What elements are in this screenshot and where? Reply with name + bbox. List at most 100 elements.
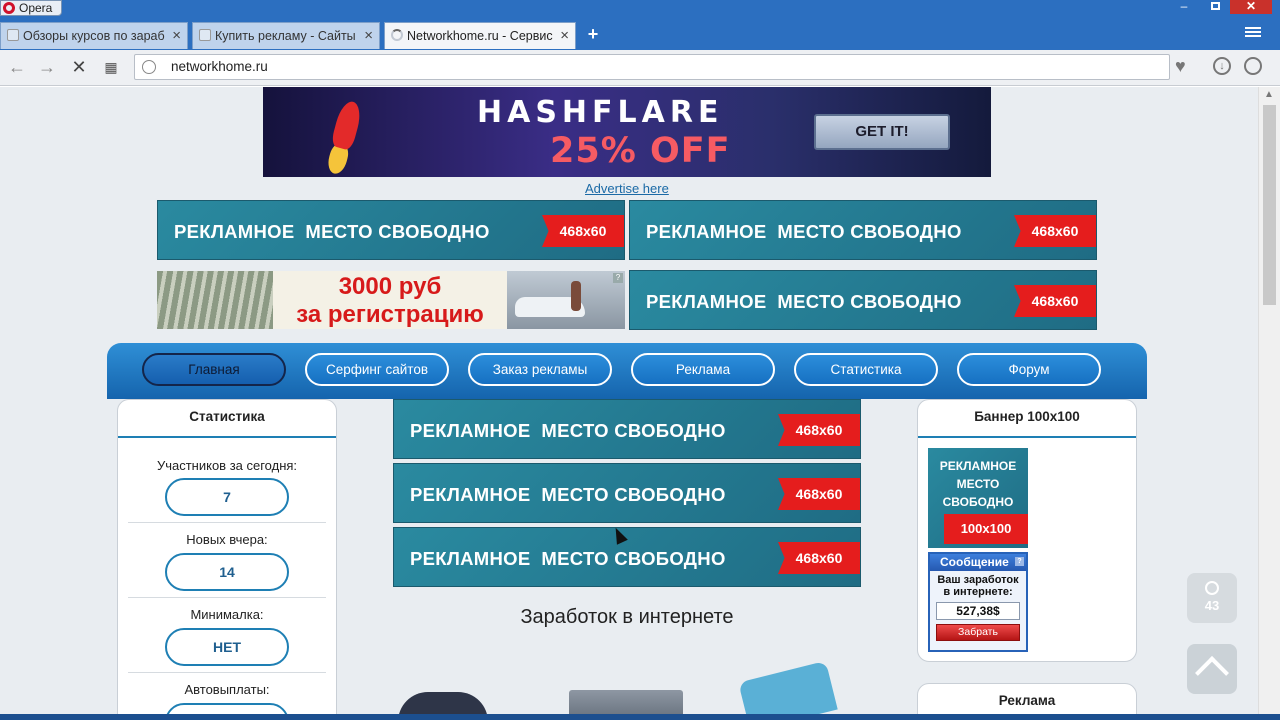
stat-value: 14 xyxy=(165,553,289,591)
section-heading: Заработок в интернете xyxy=(520,606,734,628)
tab-bar: Обзоры курсов по зараб × Купить рекламу … xyxy=(0,20,1280,50)
ad-slot-468[interactable]: РЕКЛАМНОЕ МЕСТО СВОБОДНО 468x60 xyxy=(629,200,1097,260)
banner-100-line: СВОБОДНО xyxy=(942,495,1014,509)
scroll-up-icon[interactable]: ▲ xyxy=(1264,89,1274,100)
message-body: Ваш заработок в интернете: 527,38$ Забра… xyxy=(930,571,1026,641)
stat-value: 7 xyxy=(165,478,289,516)
earnings-amount: 527,38$ xyxy=(936,602,1020,620)
maximize-icon xyxy=(1210,2,1220,10)
car-image xyxy=(507,271,625,329)
nav-statistics[interactable]: Статистика xyxy=(794,353,938,386)
loading-spinner-icon xyxy=(391,29,403,41)
nav-forum[interactable]: Форум xyxy=(957,353,1101,386)
tab-close-icon[interactable]: × xyxy=(172,23,181,49)
advertise-here-link[interactable]: Advertise here xyxy=(585,181,669,196)
nav-surfing[interactable]: Серфинг сайтов xyxy=(305,353,449,386)
download-icon[interactable]: ↓ xyxy=(1213,57,1231,75)
user-icon[interactable] xyxy=(1244,57,1262,75)
ad-slot-size: 468x60 xyxy=(778,478,860,510)
get-it-button[interactable]: GET IT! xyxy=(814,114,950,150)
divider xyxy=(128,597,326,598)
tab-label: Купить рекламу - Сайты xyxy=(215,29,356,43)
close-window-button[interactable]: ✕ xyxy=(1230,0,1272,14)
box-thumbnail[interactable] xyxy=(569,690,683,714)
ad-slot-size: 468x60 xyxy=(778,414,860,446)
tab-kursy[interactable]: Обзоры курсов по зараб × xyxy=(0,22,188,49)
wallet-thumbnail[interactable] xyxy=(738,660,838,714)
ad-slot-text: РЕКЛАМНОЕ МЕСТО СВОБОДНО xyxy=(646,221,962,242)
banner-100-slot[interactable]: РЕКЛАМНОЕ МЕСТО СВОБОДНО 100x100 xyxy=(928,448,1028,548)
views-count: 43 xyxy=(1204,598,1220,613)
divider xyxy=(128,672,326,673)
message-line: Ваш заработок xyxy=(937,574,1019,586)
message-banner[interactable]: Сообщение ? Ваш заработок в интернете: 5… xyxy=(928,552,1028,652)
heart-icon[interactable]: ♥ xyxy=(1175,56,1186,77)
tab-label: Обзоры курсов по зараб xyxy=(23,29,165,43)
info-icon[interactable]: ? xyxy=(613,273,623,283)
globe-icon xyxy=(142,60,156,74)
nav-order-ads[interactable]: Заказ рекламы xyxy=(468,353,612,386)
app-name: Opera xyxy=(19,1,53,15)
new-tab-button[interactable]: + xyxy=(584,24,602,44)
eye-icon xyxy=(1205,581,1219,595)
hashflare-banner[interactable]: HASHFLARE 25% OFF GET IT! xyxy=(263,87,991,177)
car-thumbnail[interactable] xyxy=(398,692,488,714)
ad-slot-text: РЕКЛАМНОЕ МЕСТО СВОБОДНО xyxy=(410,484,726,505)
ad-slot-text: РЕКЛАМНОЕ МЕСТО СВОБОДНО xyxy=(174,221,490,242)
tab-close-icon[interactable]: × xyxy=(364,23,373,49)
page-scrollbar[interactable]: ▲ xyxy=(1258,87,1280,714)
ad-slot-text: РЕКЛАМНОЕ МЕСТО СВОБОДНО xyxy=(410,548,726,569)
scroll-to-top-button[interactable] xyxy=(1187,644,1237,694)
promo-text: 3000 руб за регистрацию xyxy=(273,273,507,329)
web-page: HASHFLARE 25% OFF GET IT! Advertise here… xyxy=(0,87,1258,714)
maximize-button[interactable] xyxy=(1203,0,1227,14)
message-header-text: Сообщение xyxy=(940,555,1009,569)
ad-slot-468[interactable]: РЕКЛАМНОЕ МЕСТО СВОБОДНО 468x60 xyxy=(157,200,625,260)
opera-logo-icon xyxy=(3,2,15,14)
nav-ads[interactable]: Реклама xyxy=(631,353,775,386)
back-icon[interactable]: ← xyxy=(6,56,28,78)
tab-label: Networkhome.ru - Сервис xyxy=(407,29,553,43)
divider xyxy=(128,522,326,523)
stat-label: Автовыплаты: xyxy=(184,682,270,697)
promo-banner[interactable]: 3000 руб за регистрацию ? xyxy=(157,271,625,329)
ad-slot-468[interactable]: РЕКЛАМНОЕ МЕСТО СВОБОДНО 468x60 xyxy=(393,399,861,459)
page-favicon-icon xyxy=(199,29,211,41)
banner-100-size: 100x100 xyxy=(944,514,1028,544)
minimize-button[interactable]: – xyxy=(1172,0,1196,14)
message-line: в интернете: xyxy=(943,586,1013,598)
chevron-up-icon xyxy=(1195,656,1229,690)
views-counter[interactable]: 43 xyxy=(1187,573,1237,623)
ad-slot-468[interactable]: РЕКЛАМНОЕ МЕСТО СВОБОДНО 468x60 xyxy=(393,527,861,587)
collect-button[interactable]: Забрать xyxy=(936,624,1020,641)
ad-slot-text: РЕКЛАМНОЕ МЕСТО СВОБОДНО xyxy=(646,291,962,312)
opera-menu-button[interactable]: Opera xyxy=(0,0,62,16)
banner-panel: Баннер 100x100 РЕКЛАМНОЕ МЕСТО СВОБОДНО … xyxy=(917,399,1137,662)
forward-icon[interactable]: → xyxy=(36,56,58,78)
ad-slot-size: 468x60 xyxy=(778,542,860,574)
ad-slot-468[interactable]: РЕКЛАМНОЕ МЕСТО СВОБОДНО 468x60 xyxy=(393,463,861,523)
info-icon[interactable]: ? xyxy=(1015,557,1024,566)
window-titlebar: Opera – ✕ xyxy=(0,0,1280,20)
stop-icon[interactable]: ✕ xyxy=(68,56,90,78)
stat-label: Участников за сегодня: xyxy=(156,458,298,473)
tab-menu-icon[interactable] xyxy=(1245,25,1261,39)
tab-networkhome[interactable]: Networkhome.ru - Сервис × xyxy=(384,22,576,49)
money-image xyxy=(157,271,273,329)
ad-slot-size: 468x60 xyxy=(1014,285,1096,317)
scrollbar-thumb[interactable] xyxy=(1263,105,1276,305)
banner-100-line: МЕСТО xyxy=(956,477,1000,491)
ad-slot-text: РЕКЛАМНОЕ МЕСТО СВОБОДНО xyxy=(410,420,726,441)
ad-slot-468[interactable]: РЕКЛАМНОЕ МЕСТО СВОБОДНО 468x60 xyxy=(629,270,1097,330)
banner-panel-title: Баннер 100x100 xyxy=(918,400,1136,438)
stats-title: Статистика xyxy=(118,400,336,438)
address-field[interactable]: networkhome.ru xyxy=(134,54,1170,80)
url-text[interactable]: networkhome.ru xyxy=(171,59,268,74)
tab-kupit-reklamu[interactable]: Купить рекламу - Сайты × xyxy=(192,22,380,49)
nav-home[interactable]: Главная xyxy=(142,353,286,386)
stat-label: Новых вчера: xyxy=(186,532,268,547)
tab-close-icon[interactable]: × xyxy=(560,23,569,49)
stat-label: Минималка: xyxy=(190,607,264,622)
speed-dial-icon[interactable]: ▦ xyxy=(100,56,122,78)
promo-line-1: 3000 руб xyxy=(338,273,442,300)
